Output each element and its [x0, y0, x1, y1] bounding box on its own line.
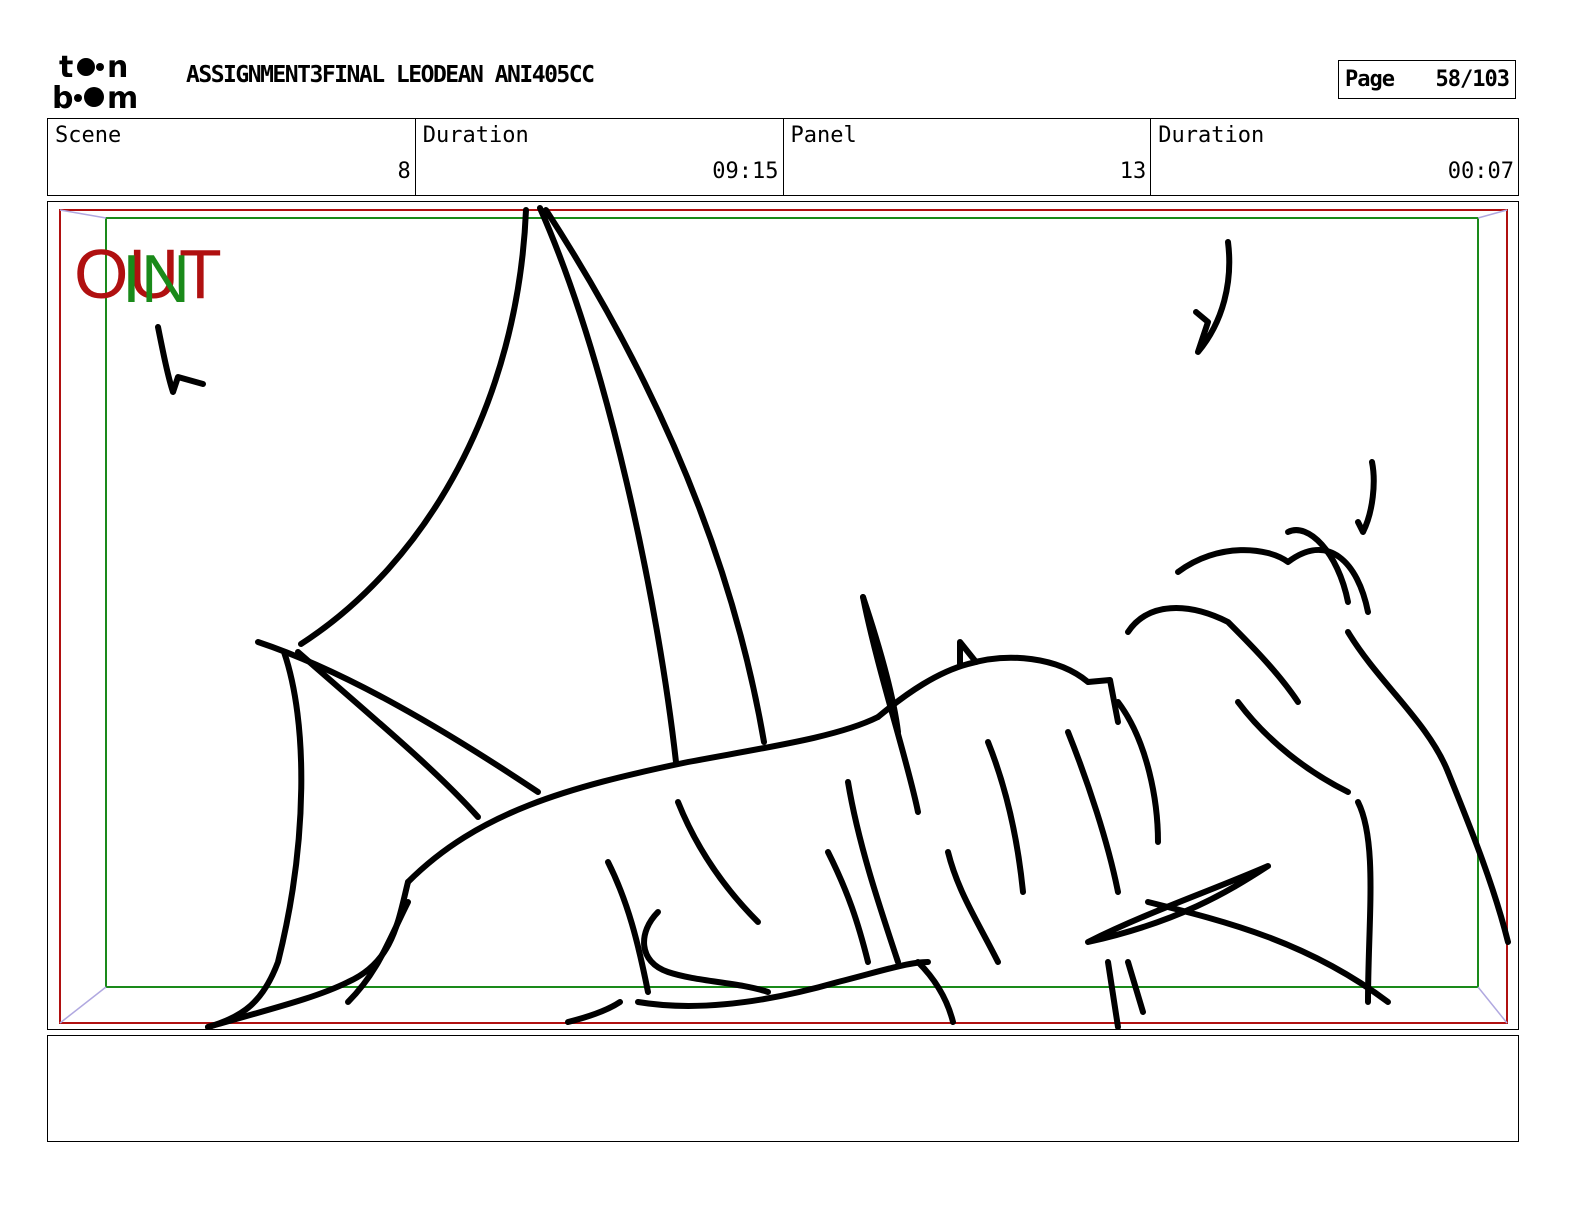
scene-number: 8 — [397, 159, 411, 184]
scene-duration-cell: Duration 09:15 — [416, 119, 784, 195]
panel-drawing: OUT IN — [59, 205, 1511, 1029]
scene-label: Scene — [55, 123, 122, 148]
svg-text:m: m — [107, 81, 138, 112]
svg-text:b: b — [52, 81, 73, 112]
toon-boom-logo: t n b m — [52, 50, 138, 112]
storyboard-panel: OUT IN — [47, 201, 1519, 1030]
scene-duration-value: 09:15 — [712, 159, 779, 184]
scene-cell: Scene 8 — [48, 119, 416, 195]
scene-info-table: Scene 8 Duration 09:15 Panel 13 Duration… — [47, 118, 1519, 196]
camera-corner-lines — [59, 209, 1508, 1024]
in-frame-label: IN — [122, 241, 190, 317]
page-indicator: Page 58/103 — [1338, 60, 1516, 99]
panel-duration-value: 00:07 — [1447, 159, 1514, 184]
panel-cell: Panel 13 — [784, 119, 1152, 195]
panel-number: 13 — [1119, 159, 1147, 184]
page-label: Page — [1345, 67, 1395, 92]
panel-duration-cell: Duration 00:07 — [1151, 119, 1518, 195]
dialogue-notes-box — [47, 1035, 1519, 1142]
in-camera-frame — [105, 217, 1479, 988]
panel-label: Panel — [790, 123, 857, 148]
svg-text:t: t — [59, 50, 73, 85]
scene-duration-label: Duration — [422, 123, 529, 148]
svg-text:n: n — [107, 50, 128, 85]
project-title: ASSIGNMENT3FINAL LEODEAN ANI405CC — [186, 62, 595, 88]
out-camera-frame — [59, 209, 1508, 1024]
panel-duration-label: Duration — [1158, 123, 1265, 148]
creature-sketch — [155, 205, 1511, 1029]
page-number: 58/103 — [1435, 67, 1510, 92]
